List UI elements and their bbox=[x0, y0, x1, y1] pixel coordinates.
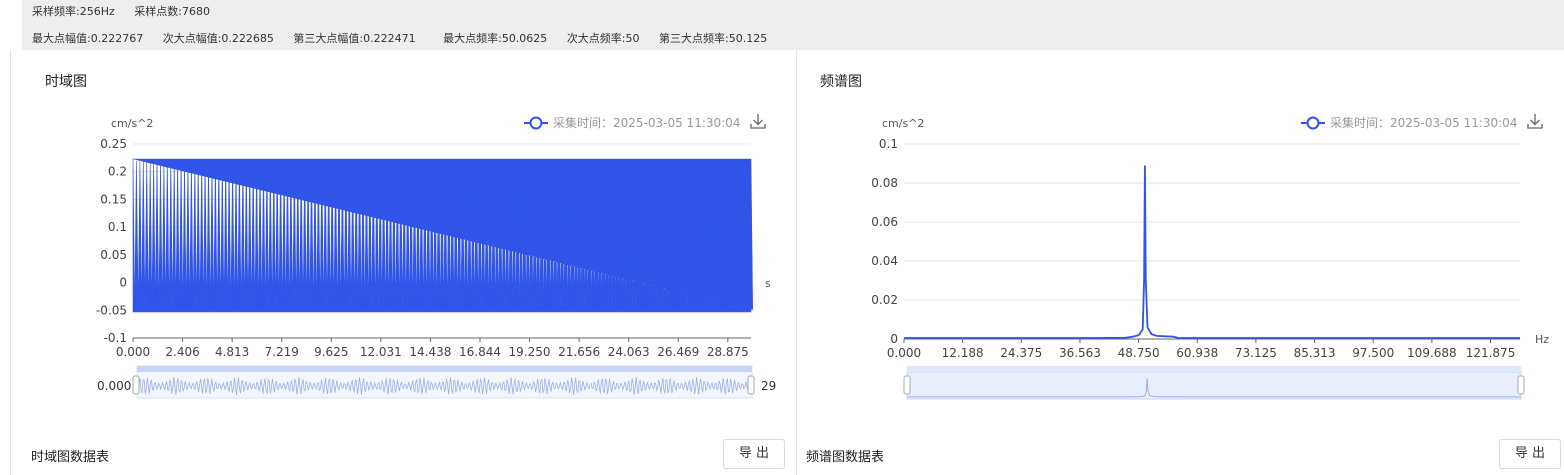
freq-y-tick-label: 0.06 bbox=[871, 215, 898, 229]
time-x-tick-label: 2.406 bbox=[165, 345, 199, 359]
time-x-tick-label: 21.656 bbox=[558, 345, 600, 359]
freq-x-tick-label: 121.875 bbox=[1466, 346, 1516, 360]
freq-table-title: 频谱图数据表 bbox=[806, 450, 885, 465]
spectrum-chart: 0.1 0.08 0.06 0.04 0.02 0 0.000 12.188 24.375 36… bbox=[871, 114, 1549, 400]
time-table-title: 时域图数据表 bbox=[31, 450, 110, 465]
freq-zoom-handle-left[interactable] bbox=[903, 375, 911, 395]
freq-zoom-track bbox=[906, 371, 1522, 400]
time-export-button[interactable]: 导 出 bbox=[723, 439, 785, 469]
info-row-sampling: 采样频率:256Hz 采样点数:7680 bbox=[32, 3, 226, 19]
freq-x-tick-label: 12.188 bbox=[942, 346, 984, 360]
time-legend-label: 采集时间：2025-03-05 11:30:04 bbox=[553, 115, 740, 130]
time-zoom-handle-left[interactable] bbox=[132, 375, 140, 395]
freq-x-tick-label: 73.125 bbox=[1235, 346, 1277, 360]
freq-zoom-bar[interactable] bbox=[907, 366, 1521, 372]
time-y-tick-label: -0.1 bbox=[104, 331, 127, 345]
time-x-tick-label: 14.438 bbox=[409, 345, 451, 359]
time-legend-marker bbox=[529, 116, 543, 130]
freq-x-tick-label: 97.500 bbox=[1352, 346, 1394, 360]
time-x-tick-label: 0.000 bbox=[116, 345, 150, 359]
time-x-tick-label: 28.875 bbox=[707, 345, 749, 359]
freq-y-tick-label: 0.02 bbox=[871, 293, 898, 307]
freq-y-tick-label: 0 bbox=[890, 332, 898, 346]
sample-count: 采样点数:7680 bbox=[134, 5, 210, 18]
freq-legend[interactable]: 采集时间：2025-03-05 11:30:04 bbox=[1301, 115, 1517, 130]
time-zoom-slider[interactable]: 0.000 29 bbox=[97, 365, 776, 399]
time-x-tick-label: 24.063 bbox=[608, 345, 650, 359]
time-x-tick-label: 4.813 bbox=[215, 345, 249, 359]
time-download-icon[interactable] bbox=[750, 114, 766, 129]
time-y-tick-label: 0.05 bbox=[100, 248, 127, 262]
time-x-tick-label: 19.250 bbox=[509, 345, 551, 359]
sampling-rate: 采样频率:256Hz bbox=[32, 5, 115, 18]
time-series-line bbox=[132, 158, 753, 313]
freq-download-icon[interactable] bbox=[1527, 114, 1543, 129]
time-y-unit: cm/s^2 bbox=[111, 117, 153, 130]
freq-zoom-handle-right[interactable] bbox=[1517, 375, 1525, 395]
time-zoom-end-label: 29 bbox=[761, 379, 776, 393]
time-y-tick-label: 0.2 bbox=[108, 165, 127, 179]
freq-x-tick-label: 60.938 bbox=[1176, 346, 1218, 360]
second-frequency: 次大点频率:50 bbox=[566, 32, 640, 45]
freq-x-tick-label: 24.375 bbox=[1000, 346, 1042, 360]
freq-y-tick-label: 0.08 bbox=[871, 176, 898, 190]
time-domain-chart: 0.25 0.2 0.15 0.1 0.05 0 -0.05 -0.1 0.000 2.406 4… bbox=[96, 114, 776, 399]
max-amplitude: 最大点幅值:0.222767 bbox=[32, 32, 144, 45]
time-y-tick-label: 0.1 bbox=[108, 220, 127, 234]
freq-legend-label: 采集时间：2025-03-05 11:30:04 bbox=[1330, 115, 1517, 130]
info-row-peaks: 最大点幅值:0.222767 次大点幅值:0.222685 第三大点幅值:0.2… bbox=[32, 30, 783, 46]
time-y-tick-label: 0 bbox=[119, 276, 127, 290]
time-zoom-handle-right[interactable] bbox=[747, 375, 755, 395]
time-legend[interactable]: 采集时间：2025-03-05 11:30:04 bbox=[524, 115, 740, 130]
freq-zoom-slider[interactable] bbox=[903, 366, 1525, 400]
freq-y-unit: cm/s^2 bbox=[882, 117, 924, 130]
max-frequency: 最大点频率:50.0625 bbox=[443, 32, 548, 45]
freq-export-button[interactable]: 导 出 bbox=[1499, 439, 1561, 469]
info-bar: 采样频率:256Hz 采样点数:7680 最大点幅值:0.222767 次大点幅… bbox=[22, 0, 1564, 50]
time-x-tick-label: 7.219 bbox=[265, 345, 299, 359]
time-chart-title: 时域图 bbox=[45, 74, 87, 90]
freq-legend-marker bbox=[1306, 116, 1320, 130]
third-frequency: 第三大点频率:50.125 bbox=[659, 32, 768, 45]
freq-x-tick-label: 109.688 bbox=[1407, 346, 1457, 360]
second-amplitude: 次大点幅值:0.222685 bbox=[162, 32, 274, 45]
freq-x-unit: Hz bbox=[1535, 333, 1549, 346]
freq-series-line bbox=[904, 165, 1520, 339]
time-x-tick-label: 12.031 bbox=[360, 345, 402, 359]
third-amplitude: 第三大点幅值:0.222471 bbox=[293, 32, 416, 45]
freq-x-tick-label: 36.563 bbox=[1059, 346, 1101, 360]
time-y-tick-label: 0.25 bbox=[100, 137, 127, 151]
freq-x-tick-label: 0.000 bbox=[887, 346, 921, 360]
freq-x-tick-label: 85.313 bbox=[1294, 346, 1336, 360]
time-x-unit: s bbox=[765, 277, 771, 290]
time-x-tick-label: 9.625 bbox=[314, 345, 348, 359]
time-zoom-start-label: 0.000 bbox=[97, 379, 131, 393]
freq-x-tick-label: 48.750 bbox=[1118, 346, 1160, 360]
time-x-tick-label: 26.469 bbox=[657, 345, 699, 359]
time-y-tick-label: -0.05 bbox=[96, 303, 127, 317]
time-x-tick-label: 16.844 bbox=[459, 345, 501, 359]
time-y-tick-label: 0.15 bbox=[100, 192, 127, 206]
time-zoom-bar[interactable] bbox=[137, 366, 752, 372]
freq-y-tick-label: 0.04 bbox=[871, 254, 898, 268]
freq-chart-title: 频谱图 bbox=[820, 74, 862, 90]
freq-y-tick-label: 0.1 bbox=[879, 137, 898, 151]
